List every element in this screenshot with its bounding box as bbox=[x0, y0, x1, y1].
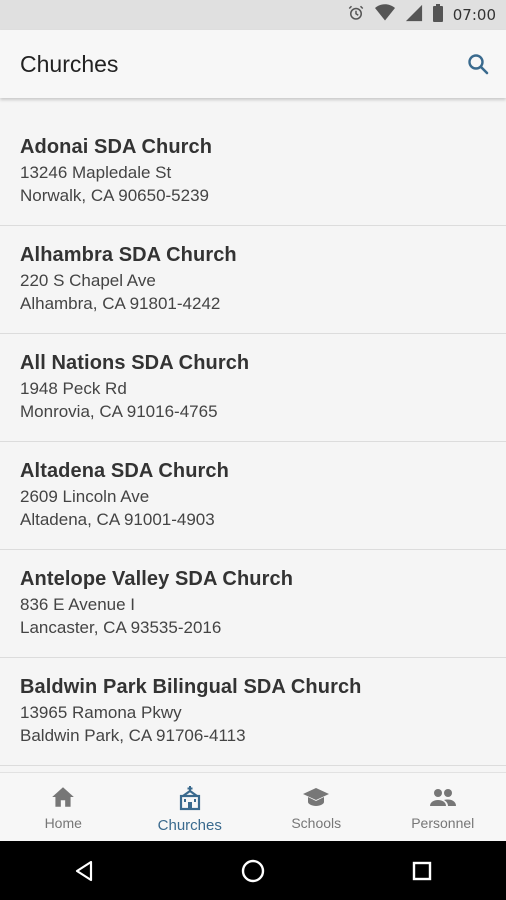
recents-button[interactable] bbox=[392, 841, 452, 900]
home-icon bbox=[52, 787, 75, 807]
church-street: 836 E Avenue I bbox=[20, 595, 136, 614]
cell-signal-icon bbox=[405, 4, 423, 27]
church-street: 2609 Lincoln Ave bbox=[20, 487, 150, 506]
list-item[interactable]: Baldwin Park Bilingual SDA Church 13965 … bbox=[0, 658, 506, 766]
nav-schools[interactable]: Schools bbox=[253, 773, 380, 842]
page-title: Churches bbox=[20, 51, 119, 77]
list-item[interactable]: Adonai SDA Church 13246 Mapledale St Nor… bbox=[0, 118, 506, 226]
nav-personnel[interactable]: Personnel bbox=[380, 773, 506, 842]
church-name: Altadena SDA Church bbox=[20, 460, 229, 482]
home-system-button[interactable] bbox=[223, 841, 283, 900]
church-name: Adonai SDA Church bbox=[20, 136, 213, 158]
nav-label: Personnel bbox=[411, 815, 475, 831]
church-name: Alhambra SDA Church bbox=[20, 244, 237, 266]
list-item[interactable]: Antelope Valley SDA Church 836 E Avenue … bbox=[0, 550, 506, 658]
nav-label: Schools bbox=[291, 815, 342, 831]
church-name: Antelope Valley SDA Church bbox=[20, 568, 294, 590]
back-icon bbox=[76, 860, 93, 881]
church-city: Altadena, CA 91001-4903 bbox=[20, 510, 215, 529]
nav-home[interactable]: Home bbox=[0, 773, 127, 842]
status-time: 07:00 bbox=[452, 6, 496, 24]
church-city: Lancaster, CA 93535-2016 bbox=[20, 618, 222, 637]
list-item[interactable]: Altadena SDA Church 2609 Lincoln Ave Alt… bbox=[0, 442, 506, 550]
nav-label: Home bbox=[44, 815, 82, 831]
nav-label: Churches bbox=[157, 817, 222, 834]
status-icons: 07:00 bbox=[347, 0, 496, 30]
church-list: Adonai SDA Church 13246 Mapledale St Nor… bbox=[0, 118, 506, 772]
list-item[interactable]: All Nations SDA Church 1948 Peck Rd Monr… bbox=[0, 334, 506, 442]
church-city: Alhambra, CA 91801-4242 bbox=[20, 294, 221, 313]
nav-churches[interactable]: Churches bbox=[127, 773, 254, 842]
search-button[interactable] bbox=[464, 50, 492, 78]
list-item[interactable]: Alhambra SDA Church 220 S Chapel Ave Alh… bbox=[0, 226, 506, 334]
square-icon bbox=[412, 861, 431, 880]
back-button[interactable] bbox=[54, 841, 114, 900]
church-street: 13246 Mapledale St bbox=[20, 163, 172, 182]
circle-icon bbox=[241, 859, 265, 882]
church-street: 1948 Peck Rd bbox=[20, 379, 127, 398]
search-icon bbox=[468, 54, 489, 75]
bottom-nav: Home Churches Schools Personnel bbox=[0, 772, 506, 842]
school-icon bbox=[303, 788, 330, 806]
church-city: Baldwin Park, CA 91706-4113 bbox=[20, 726, 246, 745]
wifi-icon bbox=[374, 3, 395, 27]
people-icon bbox=[429, 789, 456, 806]
church-city: Monrovia, CA 91016-4765 bbox=[20, 402, 218, 421]
church-city: Norwalk, CA 90650-5239 bbox=[20, 186, 210, 205]
app-bar: Churches bbox=[0, 30, 506, 98]
church-name: Baldwin Park Bilingual SDA Church bbox=[20, 676, 362, 698]
battery-icon bbox=[432, 3, 443, 27]
church-street: 220 S Chapel Ave bbox=[20, 271, 156, 290]
church-name: All Nations SDA Church bbox=[20, 352, 250, 374]
church-icon bbox=[179, 786, 200, 811]
church-street: 13965 Ramona Pkwy bbox=[20, 703, 182, 722]
status-bar: 07:00 bbox=[0, 0, 506, 30]
system-nav-bar bbox=[0, 841, 506, 900]
alarm-icon bbox=[347, 4, 365, 27]
